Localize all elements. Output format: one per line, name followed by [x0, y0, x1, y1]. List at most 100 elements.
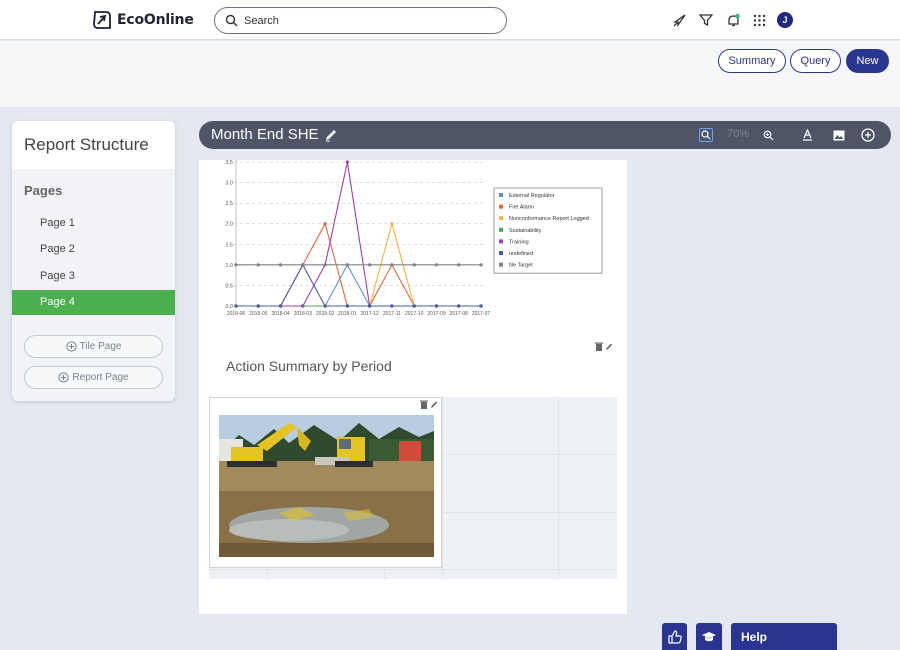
pages-heading: Pages [24, 183, 63, 198]
page-item-1[interactable]: Page 1 [12, 211, 175, 236]
help-button[interactable]: Help [731, 623, 837, 650]
data-point [234, 304, 238, 308]
add-tile-page-button[interactable]: Tile Page [24, 335, 163, 358]
summary-button[interactable]: Summary [718, 49, 786, 73]
report-title[interactable]: Month End SHE [211, 126, 338, 143]
page-item-3[interactable]: Page 3 [12, 264, 175, 289]
bell-icon[interactable] [724, 11, 742, 29]
zoom-in-icon[interactable] [761, 128, 775, 142]
x-tick-label: 2017-09 [427, 311, 446, 317]
y-tick-label: 2.5 [225, 201, 233, 207]
trash-icon[interactable] [420, 400, 428, 409]
rocket-icon[interactable] [670, 11, 688, 29]
data-point [301, 263, 305, 267]
tile-grid [209, 397, 617, 579]
grid-line [558, 397, 559, 579]
data-point [278, 304, 283, 308]
ecoonline-logo-icon [93, 11, 111, 29]
x-tick-label: 2018-05 [249, 311, 268, 317]
construction-site-photo [219, 415, 434, 557]
zoom-fit-icon[interactable] [699, 128, 713, 142]
data-point [368, 304, 372, 308]
feedback-button[interactable] [662, 623, 687, 650]
grid-line [209, 569, 617, 570]
academy-button[interactable] [696, 623, 722, 650]
page-item-4[interactable]: Page 4 [12, 290, 175, 315]
add-circle-icon[interactable] [861, 128, 875, 142]
data-point [457, 304, 461, 308]
data-point [434, 304, 439, 308]
section-title: Action Summary by Period [226, 358, 392, 374]
filter-icon[interactable] [697, 11, 715, 29]
query-button[interactable]: Query [790, 49, 841, 73]
data-point [278, 263, 283, 267]
y-tick-label: 3.5 [225, 160, 233, 166]
data-point [368, 263, 372, 267]
data-point [323, 304, 327, 308]
search-icon [225, 14, 238, 27]
image-tile-tools [420, 400, 438, 409]
search-input[interactable] [244, 14, 474, 27]
search-box[interactable] [214, 7, 507, 34]
graduation-cap-icon [702, 631, 716, 641]
x-tick-label: 2018-01 [338, 311, 357, 317]
pencil-icon[interactable] [430, 400, 438, 409]
x-tick-label: 2017-10 [405, 311, 424, 317]
x-tick-label: 2018-02 [316, 311, 335, 317]
x-tick-label: 2017-12 [360, 311, 379, 317]
legend-swatch [499, 204, 503, 209]
data-point [345, 304, 349, 308]
data-point [256, 304, 260, 308]
y-tick-label: 1.0 [225, 263, 233, 269]
legend-label: tile Target [509, 263, 533, 269]
image-tile[interactable] [209, 397, 442, 568]
panel-title: Report Structure [24, 135, 149, 154]
report-title-bar: Month End SHE [199, 121, 891, 149]
thumbs-up-icon [667, 629, 682, 644]
trash-icon[interactable] [595, 342, 603, 351]
y-tick-label: 2.0 [225, 222, 233, 228]
report-title-text: Month End SHE [211, 126, 319, 143]
chart-tile-tools [595, 342, 613, 351]
grid-line [442, 397, 443, 579]
user-avatar[interactable]: J [777, 12, 793, 28]
excavator-scene-image [219, 415, 434, 557]
x-tick-label: 2017-11 [383, 311, 401, 317]
legend-label: External Regulator [509, 193, 555, 199]
pencil-icon[interactable] [324, 128, 338, 142]
legend-swatch [499, 227, 503, 232]
apps-grid-icon[interactable] [750, 11, 768, 29]
top-header: EcoOnline J [0, 0, 900, 40]
x-tick-label: 2018-04 [271, 311, 290, 317]
data-point [390, 222, 394, 226]
legend-swatch [499, 216, 503, 221]
brand-logo[interactable]: EcoOnline [91, 9, 194, 31]
plus-circle-icon [65, 341, 77, 352]
page-item-2[interactable]: Page 2 [12, 237, 175, 262]
image-icon[interactable] [832, 128, 846, 142]
line-chart-tile[interactable]: 0.0 0.5 1.0 1.5 2.0 2.5 3.0 3.5 2018-06 2018-05 20… [199, 160, 627, 330]
x-tick-label: 2018-06 [227, 311, 246, 317]
zoom-level: 70% [727, 128, 750, 140]
data-point [323, 263, 327, 267]
data-point [256, 263, 260, 267]
legend-swatch [499, 251, 503, 255]
legend-label: Training [509, 239, 529, 245]
x-tick-label: 2017-08 [450, 311, 469, 317]
data-point [434, 263, 439, 267]
y-tick-label: 1.5 [225, 242, 233, 248]
data-point [479, 263, 483, 267]
legend-label: Sustainability [509, 228, 542, 234]
y-tick-label: 3.0 [225, 181, 233, 187]
y-tick-label: 0.0 [225, 304, 233, 310]
add-report-page-button[interactable]: Report Page [24, 366, 163, 389]
legend-swatch [499, 239, 503, 244]
report-canvas: 0.0 0.5 1.0 1.5 2.0 2.5 3.0 3.5 2018-06 2018-05 20… [199, 160, 627, 614]
legend-swatch [499, 193, 503, 197]
text-format-icon[interactable] [800, 128, 814, 142]
new-button[interactable]: New [846, 49, 889, 73]
legend-label: Fire Alarm [509, 205, 534, 211]
pencil-icon[interactable] [605, 342, 613, 351]
legend-label: Nonconformance Report Logged [509, 216, 589, 222]
data-point [457, 263, 461, 267]
